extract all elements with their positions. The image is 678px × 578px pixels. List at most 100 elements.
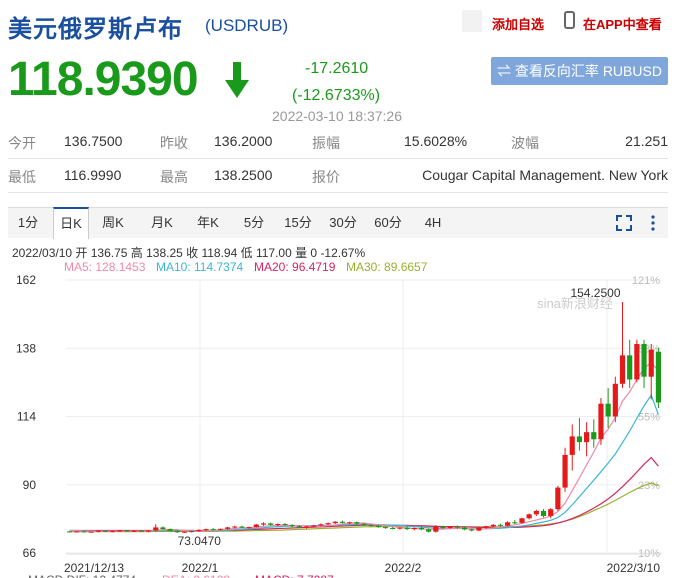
candle-body xyxy=(332,521,338,524)
candle-body xyxy=(210,529,216,531)
add-favorite-icon[interactable] xyxy=(462,10,482,32)
candle-body xyxy=(117,530,123,532)
candlestick-chart[interactable]: 162 121%138 88%114 55%90 23%66 -10%sina新浪财经15… xyxy=(0,270,678,578)
low-label: 最低 xyxy=(8,169,36,185)
tab-4[interactable]: 年K xyxy=(191,208,225,238)
phone-icon[interactable] xyxy=(564,11,575,29)
candle-body xyxy=(641,343,647,377)
y-tick-label: 90 xyxy=(23,478,37,492)
candle-body xyxy=(497,524,504,526)
candle-body xyxy=(375,525,381,528)
candle-body xyxy=(318,524,324,526)
candle-body xyxy=(540,510,547,517)
candle-body xyxy=(655,351,661,403)
candle-body xyxy=(361,523,367,526)
tab-3[interactable]: 月K xyxy=(145,208,179,238)
candle-body xyxy=(476,527,482,531)
candle-body xyxy=(275,523,281,525)
amplitude-value: 15.6028% xyxy=(404,133,468,149)
candle-body xyxy=(533,510,539,515)
macd-dea: DEA: 9.6138 xyxy=(162,573,230,578)
candle-body xyxy=(224,527,231,529)
candle-body xyxy=(404,527,410,530)
source-label: 报价 xyxy=(312,169,340,185)
candle-body xyxy=(526,514,532,519)
candle-body xyxy=(268,523,274,525)
candle-body xyxy=(433,526,439,532)
candle-body xyxy=(160,527,166,530)
current-price: 118.9390 xyxy=(8,53,199,106)
candle-body xyxy=(325,523,331,525)
reverse-rate-button[interactable]: ⇌ 查看反向汇率 RUBUSD xyxy=(491,57,668,85)
candle-body xyxy=(397,527,403,529)
open-value: 136.7500 xyxy=(64,133,123,149)
candle-body xyxy=(447,526,453,528)
pct-tick-label: 23% xyxy=(638,480,660,492)
candle-body xyxy=(260,523,267,525)
symbol-code: (USDRUB) xyxy=(205,16,289,35)
open-label: 今开 xyxy=(8,135,36,151)
add-favorite-link[interactable]: 添加自选 xyxy=(492,14,544,33)
candle-body xyxy=(512,522,518,524)
ohlc-readout: 2022/03/10 开 136.75 高 138.25 收 118.94 低 … xyxy=(12,246,366,260)
period-tabs: 1分 日K 周K 月K 年K 5分 15分 30分 60分 4H xyxy=(8,207,668,239)
candle-body xyxy=(131,530,137,532)
low-value: 116.9990 xyxy=(64,167,122,183)
tab-6[interactable]: 15分 xyxy=(281,208,315,238)
candle-body xyxy=(591,432,597,440)
candle-body xyxy=(232,526,238,528)
candle-body xyxy=(174,530,180,533)
source-value: Cougar Capital Management. New York xyxy=(422,167,668,183)
candle-body xyxy=(634,343,640,380)
candle-body xyxy=(347,522,353,524)
tab-1[interactable]: 日K xyxy=(53,207,89,239)
quote-timestamp: 2022-03-10 18:37:26 xyxy=(272,108,402,124)
candle-body xyxy=(483,526,489,528)
down-arrow-icon xyxy=(225,62,249,98)
price-change-percent: (-12.6733%) xyxy=(292,87,381,104)
candle-body xyxy=(569,436,575,455)
view-in-app-link[interactable]: 在APP中查看 xyxy=(583,14,662,33)
page-title: 美元俄罗斯卢布 xyxy=(8,16,183,43)
candle-body xyxy=(289,525,295,527)
candle-body xyxy=(88,531,94,533)
candle-body xyxy=(153,527,159,531)
macd-dif: MACD DIF: 12.4774 xyxy=(28,573,136,578)
tab-0[interactable]: 1分 xyxy=(11,208,45,238)
pct-tick-label: 121% xyxy=(632,275,660,287)
y-tick-label: 162 xyxy=(16,273,36,287)
tab-9[interactable]: 4H xyxy=(416,208,450,238)
candle-body xyxy=(418,527,425,530)
price-change: -17.2610 xyxy=(305,60,369,77)
candle-body xyxy=(605,403,611,417)
prev-close-label: 昨收 xyxy=(160,135,188,151)
pct-tick-label: 55% xyxy=(638,412,660,424)
candle-body xyxy=(303,526,310,528)
tab-7[interactable]: 30分 xyxy=(326,208,360,238)
fullscreen-icon[interactable] xyxy=(616,215,632,231)
candle-body xyxy=(189,531,195,533)
candle-body xyxy=(461,527,468,530)
candle-body xyxy=(411,527,417,530)
tab-5[interactable]: 5分 xyxy=(237,208,271,238)
candle-body xyxy=(612,383,618,417)
candle-body xyxy=(239,526,245,528)
prev-close-value: 136.2000 xyxy=(214,133,273,149)
tab-2[interactable]: 周K xyxy=(96,208,130,238)
candle-body xyxy=(167,529,173,531)
candle-body xyxy=(296,526,302,528)
candle-body xyxy=(339,521,346,523)
high-label: 最高 xyxy=(160,169,188,185)
amplitude-label: 振幅 xyxy=(312,135,340,151)
candle-body xyxy=(181,531,188,533)
candle-body xyxy=(576,436,583,443)
candle-body xyxy=(584,432,590,443)
tab-8[interactable]: 60分 xyxy=(371,208,405,238)
candle-body xyxy=(454,526,460,528)
more-options-icon[interactable] xyxy=(650,215,656,231)
high-value: 138.2500 xyxy=(214,167,273,183)
min-annotation: 73.0470 xyxy=(178,534,222,548)
candle-body xyxy=(246,527,252,529)
candle-body xyxy=(426,529,432,532)
candle-body xyxy=(505,522,511,526)
